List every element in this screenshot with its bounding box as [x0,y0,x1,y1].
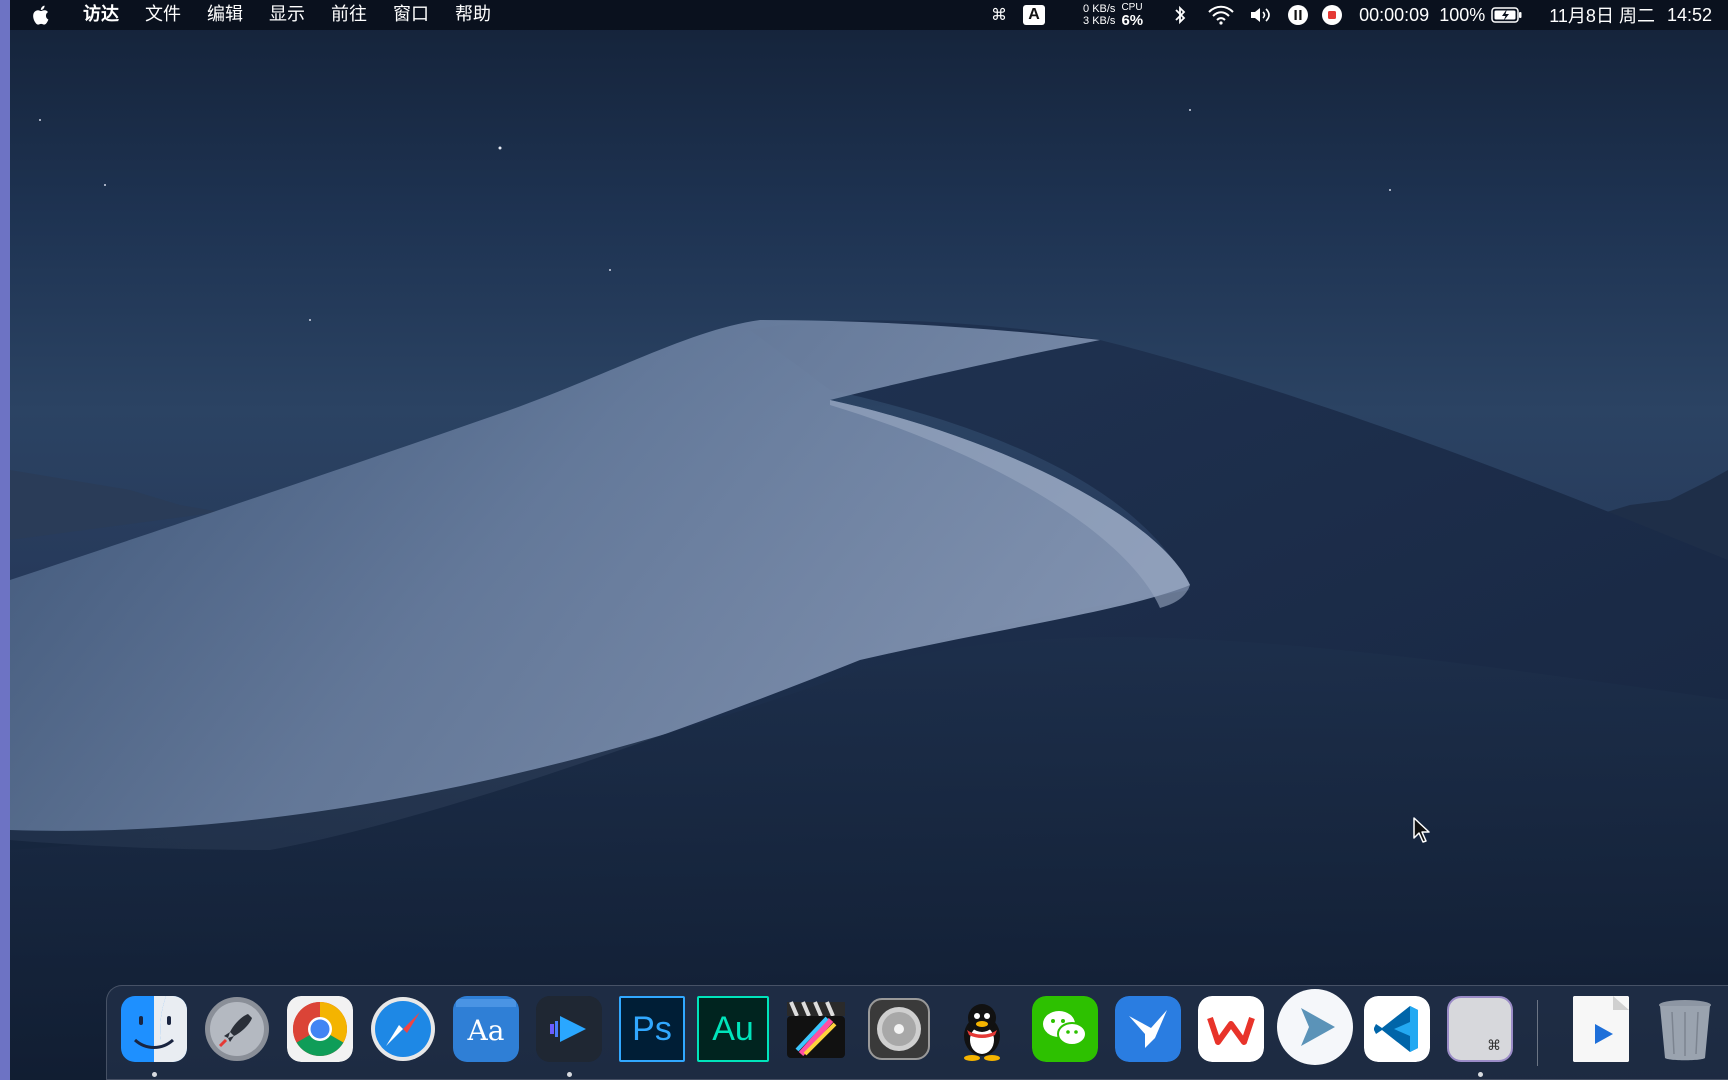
dock-vscode-icon[interactable] [1364,996,1430,1062]
input-method-label: A [1023,5,1046,25]
menu-app-name[interactable]: 访达 [70,0,132,30]
apple-menu-icon[interactable] [10,0,70,30]
net-down-speed: 3 KB/s [1083,15,1116,27]
battery-percent: 100% [1439,4,1486,25]
mouse-cursor-icon [1413,817,1430,843]
dock-downloads-stack-icon[interactable] [1573,996,1629,1062]
dock-separator [1537,1000,1538,1066]
recording-timer: 00:00:09 [1359,4,1430,25]
dictionary-icon-label: Aa [467,1014,505,1047]
pause-recording-icon[interactable] [1287,0,1309,30]
wifi-icon[interactable] [1207,0,1235,30]
menu-edit[interactable]: 编辑 [194,0,256,30]
dock-chrome-icon[interactable] [287,996,353,1062]
stop-recording-icon[interactable] [1321,0,1343,30]
dock-safari-icon[interactable] [370,996,436,1062]
net-up-speed: 0 KB/s [1083,3,1116,15]
dock-finder-icon[interactable] [121,996,187,1062]
dock-qq-icon[interactable] [949,996,1015,1062]
menu-view[interactable]: 显示 [256,0,318,30]
dock-mail-bird-icon[interactable] [1115,996,1181,1062]
dock-photoshop-icon[interactable]: Ps [619,996,685,1062]
volume-icon[interactable] [1249,0,1275,30]
dock-video-player-icon[interactable] [536,996,602,1062]
bluetooth-icon[interactable] [1173,0,1187,30]
dock: Aa Ps Au ⌘ [106,985,1728,1080]
finder-running-indicator [152,1072,157,1077]
dock-audition-icon[interactable]: Au [697,996,769,1062]
menubar-date[interactable]: 11月8日 周二 [1549,0,1655,30]
video-player-running-indicator [567,1072,572,1077]
menu-go[interactable]: 前往 [318,0,380,30]
network-monitor[interactable]: 0 KB/s 3 KB/s CPU 6% [1083,0,1143,30]
menu-window[interactable]: 窗口 [380,0,442,30]
dock-wechat-icon[interactable] [1032,996,1098,1062]
desktop [10,0,1728,1080]
wallpaper [10,109,1728,1080]
input-method-icon[interactable]: A [1023,0,1046,30]
dock-keyboard-app-icon[interactable]: ⌘ [1447,996,1513,1062]
dock-infuse-icon[interactable] [1275,988,1355,1066]
audition-icon-label: Au [712,1009,754,1048]
photoshop-icon-label: Ps [632,1009,672,1048]
menu-bar: 访达 文件 编辑 显示 前往 窗口 帮助 ⌘ A 0 KB/s 3 KB/s C… [10,0,1728,30]
dock-dictionary-icon[interactable]: Aa [453,996,519,1062]
dock-logic-pro-icon[interactable] [866,996,932,1062]
dock-wps-icon[interactable] [1198,996,1264,1062]
menu-help[interactable]: 帮助 [442,0,504,30]
cpu-value: 6% [1121,12,1144,29]
menu-file[interactable]: 文件 [132,0,194,30]
dock-trash-icon[interactable] [1652,996,1718,1062]
keyboard-app-running-indicator [1478,1072,1483,1077]
dock-final-cut-pro-icon[interactable] [783,996,849,1062]
menubar-clock[interactable]: 14:52 [1667,0,1712,30]
battery-icon[interactable] [1491,0,1523,30]
keyboard-app-label: ⌘ [1487,1037,1501,1053]
dock-launchpad-icon[interactable] [204,996,270,1062]
command-key-icon[interactable]: ⌘ [991,0,1007,30]
